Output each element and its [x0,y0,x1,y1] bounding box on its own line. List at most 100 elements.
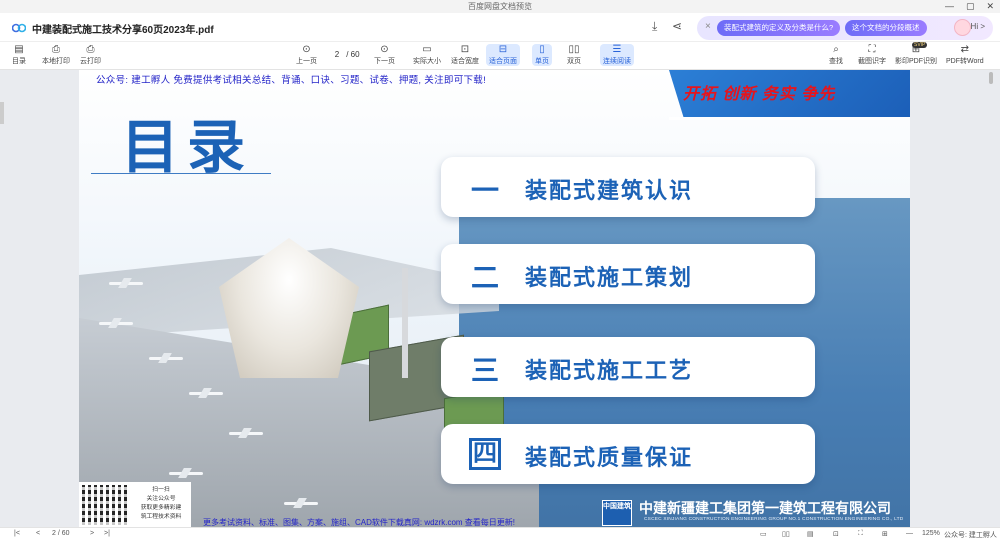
arrow-up-icon: ⊙ [302,44,311,55]
next-page-label: 下一页 [374,58,395,65]
company-name: 中建新疆建工集团第一建筑工程有限公司 [639,500,891,516]
continuous-read-icon: ☰ [612,44,622,55]
toc-item-label: 装配式施工工艺 [525,358,694,383]
window-title-text: 百度网盘文档预览 [468,2,532,11]
window-controls: — ▢ ✕ [945,0,994,13]
toc-item: 一 装配式建筑认识 [441,157,815,217]
banner-stripe [669,117,910,120]
double-page-icon: ▯▯ [568,44,580,55]
double-page-button[interactable]: ▯▯ 双页 [567,44,581,66]
qr-caption: 扫一扫 关注公众号 获取更多精彩建 筑工程技术资料 [140,487,182,520]
close-window-button[interactable]: ✕ [986,0,994,13]
slogan: 开拓 创新 务实 争先 [683,86,836,103]
plane [99,318,133,328]
page-title: 目录 [121,113,254,181]
zoom-level[interactable]: 125% [922,530,940,537]
actual-size-button[interactable]: ▭ 实际大小 [413,44,441,66]
outline-label: 目录 [12,58,26,65]
vertical-scrollbar[interactable] [989,72,993,84]
view-fit-icon[interactable]: ⊡ [833,530,839,538]
sidebar-handle[interactable] [0,102,4,124]
print-pdf-ocr-label: 影印PDF识别 [895,58,937,65]
outline-icon: ▤ [14,44,24,55]
last-page-button[interactable]: >| [104,530,110,537]
ai-avatar[interactable] [954,19,971,36]
ai-suggestion-pill-summary[interactable]: 这个文档的分段概述 [845,20,927,36]
pdf-to-word-label: PDF转Word [946,58,984,65]
company-name-en: CSCEC XINJIANG CONSTRUCTION ENGINEERING … [644,517,904,522]
prev-page-small-button[interactable]: < [36,530,40,537]
arrow-down-icon: ⊙ [380,44,389,55]
pdf-to-word-button[interactable]: ⇄ PDF转Word [946,44,984,66]
status-bar: |< < 2 / 60 > >| ▭ ▯▯ ▤ ⊡ ⛶ ⊞ — 125% [0,527,1000,541]
minimize-button[interactable]: — [945,0,954,13]
status-page-indicator[interactable]: 2 / 60 [52,530,70,537]
toc-item: 三 装配式施工工艺 [441,337,815,397]
control-tower [402,268,408,378]
plane [189,388,223,398]
pdf-page: 公众号: 建工孵人 免费提供考试相关总结、背诵、口诀、习题、试卷、押题, 关注即… [79,70,910,527]
svip-badge: SVIP [912,42,928,48]
screenshot-ocr-label: 截图识字 [858,58,886,65]
toc-item: 二 装配式施工策划 [441,244,815,304]
single-page-icon: ▯ [539,44,545,55]
cloud-printer-icon: ⎙ [86,44,95,55]
fit-width-button[interactable]: ⊡ 适合宽度 [451,44,479,66]
zoom-out-button[interactable]: — [906,530,913,537]
plane [109,278,143,288]
continuous-read-label: 连续阅读 [603,58,631,65]
toc-item-index: 一 [470,175,499,206]
cloud-print-label: 云打印 [80,58,101,65]
view-fullscreen-icon[interactable]: ⛶ [858,530,863,538]
view-grid-icon[interactable]: ⊞ [882,530,888,538]
toc-item: 四 装配式质量保证 [441,424,815,484]
fit-width-icon: ⊡ [460,44,470,55]
notice-top: 公众号: 建工孵人 免费提供考试相关总结、背诵、口诀、习题、试卷、押题, 关注即… [96,75,487,86]
toolbar: ▤ 目录 ⎙ 本地打印 ⎙ 云打印 ⊙ 上一页 2 / 60 ⊙ 下一页 ▭ 实… [0,42,1000,70]
restore-button[interactable]: ▢ [966,0,975,13]
screenshot-ocr-button[interactable]: ⛶ 截图识字 [858,44,886,66]
double-page-label: 双页 [567,58,581,65]
toc-item-label: 装配式质量保证 [525,445,694,470]
actual-size-icon: ▭ [422,44,432,55]
ai-hi-label[interactable]: Hi > [971,22,985,31]
view-scroll-icon[interactable]: ▤ [807,530,814,538]
find-label: 查找 [829,58,843,65]
toc-item-index: 三 [470,355,499,386]
outline-button[interactable]: ▤ 目录 [12,44,26,66]
fit-page-button[interactable]: ⊟ 适合页面 [486,44,520,66]
actual-size-label: 实际大小 [413,58,441,65]
cloud-print-button[interactable]: ⎙ 云打印 [80,44,101,66]
prev-page-label: 上一页 [296,58,317,65]
single-page-label: 单页 [535,58,549,65]
toc-item-label: 装配式建筑认识 [525,178,694,203]
first-page-button[interactable]: |< [14,530,20,537]
single-page-button[interactable]: ▯ 单页 [532,44,552,66]
share-icon[interactable]: ⋖ [672,19,682,33]
ai-bar-close-icon[interactable]: × [705,21,711,32]
next-page-button[interactable]: ⊙ 下一页 [374,44,395,66]
fit-page-icon: ⊟ [498,44,508,55]
download-icon[interactable]: ⤓ [652,19,657,34]
window-title: 百度网盘文档预览 [0,0,1000,13]
next-page-small-button[interactable]: > [90,530,94,537]
printer-icon: ⎙ [52,44,60,55]
page-number-input[interactable]: 2 [330,50,344,59]
ai-assistant-bar: × 装配式建筑的定义及分类是什么? 这个文档的分段概述 Hi > [697,16,993,40]
notice-bottom: 更多考试资料、标准、图集、方案、施组、CAD软件下载真网: wdzrk.com … [203,518,516,527]
fit-page-label: 适合页面 [489,58,517,65]
page-total: / 60 [346,50,360,59]
ai-suggestion-pill-definition[interactable]: 装配式建筑的定义及分类是什么? [717,20,841,36]
plane [229,428,263,438]
title-underline [91,173,271,174]
page-indicator: 2 / 60 [330,50,360,59]
qr-block: 扫一扫 关注公众号 获取更多精彩建 筑工程技术资料 [79,482,191,527]
prev-page-button[interactable]: ⊙ 上一页 [296,44,317,66]
local-print-button[interactable]: ⎙ 本地打印 [42,44,70,66]
view-double-icon[interactable]: ▯▯ [782,530,790,538]
view-single-icon[interactable]: ▭ [760,530,767,538]
continuous-read-button[interactable]: ☰ 连续阅读 [600,44,634,66]
convert-icon: ⇄ [960,44,969,55]
find-button[interactable]: ⌕ 查找 [829,44,843,66]
company-logo: 中国建筑 [602,500,632,526]
